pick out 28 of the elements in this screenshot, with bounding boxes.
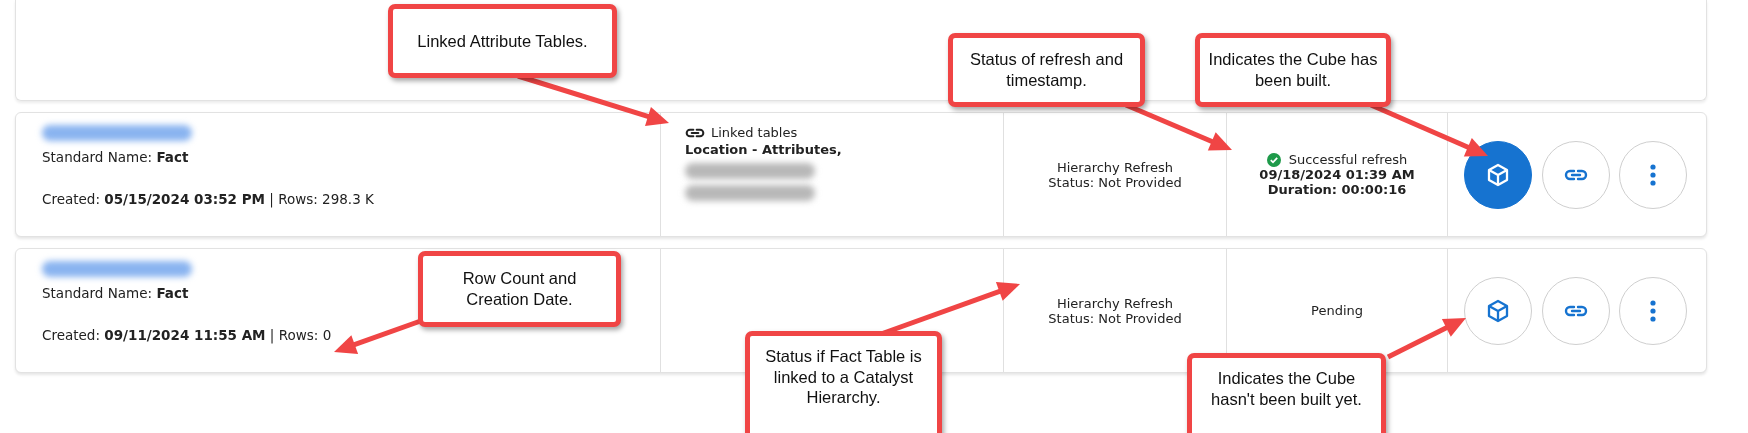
check-icon: [1266, 152, 1281, 167]
linked-tables-label: Linked tables: [711, 125, 798, 140]
refresh-timestamp: 09/18/2024 01:39 AM: [1259, 167, 1415, 182]
callout-note: Status if Fact Table is linked to a Catalyst Hierarchy.: [745, 331, 942, 433]
link-icon: [685, 127, 705, 138]
more-icon: [1650, 163, 1656, 186]
callout-note: Row Count and Creation Date.: [418, 251, 621, 327]
cube-icon: [1487, 298, 1509, 323]
callout-note: Status of refresh and timestamp.: [948, 33, 1145, 107]
standard-name: Standard Name: Fact: [42, 285, 189, 301]
hierarchy-status: Status: Not Provided: [1048, 174, 1182, 190]
link-icon: [1563, 304, 1588, 317]
linked-table-name: Location - Attributes,: [685, 142, 842, 157]
refresh-status: Pending: [1311, 303, 1363, 318]
callout-note: Indicates the Cube hasn't been built yet.: [1187, 353, 1386, 433]
created-info: Created: 05/15/2024 03:52 PM | Rows: 298.3 K: [42, 191, 374, 207]
refresh-duration: Duration: 00:00:16: [1267, 182, 1407, 197]
callout-note: Linked Attribute Tables.: [388, 4, 617, 78]
more-icon: [1650, 299, 1656, 322]
cube-icon: [1487, 162, 1509, 187]
standard-name: Standard Name: Fact: [42, 149, 189, 165]
hierarchy-status: Hierarchy Refresh: [1056, 295, 1174, 311]
hierarchy-status: Hierarchy Refresh: [1056, 159, 1174, 175]
created-info: Created: 09/11/2024 11:55 AM | Rows: 0: [42, 327, 332, 343]
callout-note: Indicates the Cube has been built.: [1195, 33, 1391, 107]
hierarchy-status: Status: Not Provided: [1048, 310, 1182, 326]
refresh-status: Successful refresh: [1288, 152, 1408, 167]
link-icon: [1563, 168, 1588, 181]
